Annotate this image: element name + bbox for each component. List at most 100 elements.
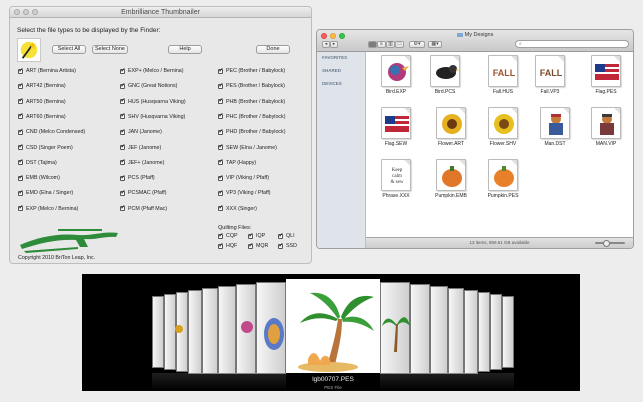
- checkbox-checked[interactable]: [120, 158, 126, 166]
- coverflow-view-button[interactable]: ▭: [395, 41, 404, 48]
- quilting-checkbox[interactable]: IQP: [248, 232, 265, 239]
- file-icon[interactable]: FALL Fall.HUS: [483, 55, 523, 95]
- checkbox-checked[interactable]: [18, 82, 24, 89]
- quilting-checkbox[interactable]: CQP: [218, 232, 237, 239]
- help-button[interactable]: Help: [168, 45, 202, 54]
- filetype-checkbox[interactable]: JEF+ (Janome): [120, 158, 164, 166]
- file-icon[interactable]: Man.DST: [535, 107, 575, 147]
- filetype-checkbox[interactable]: CND (Melco Condensed): [18, 128, 85, 135]
- coverflow-cover[interactable]: [202, 288, 218, 374]
- filetype-checkbox[interactable]: TAP (Happy): [218, 158, 256, 166]
- filetype-checkbox[interactable]: PCS (Pfaff): [120, 174, 155, 181]
- checkbox-checked[interactable]: [278, 242, 284, 249]
- filetype-checkbox[interactable]: EMD (Elna / Singer): [18, 189, 73, 196]
- list-view-button[interactable]: ≡: [377, 41, 386, 48]
- checkbox-checked[interactable]: [218, 82, 224, 89]
- checkbox-checked[interactable]: [218, 242, 224, 249]
- coverflow-cover[interactable]: [410, 284, 430, 374]
- column-view-button[interactable]: ▥: [386, 41, 395, 48]
- checkbox-checked[interactable]: [120, 128, 126, 135]
- sidebar-devices[interactable]: DEVICES: [317, 78, 365, 91]
- minimize-button[interactable]: [23, 9, 29, 15]
- filetype-checkbox[interactable]: PHD (Brother / Babylock): [218, 128, 285, 135]
- checkbox-checked[interactable]: [120, 174, 126, 181]
- select-all-button[interactable]: Select All: [52, 45, 86, 54]
- icon-size-slider[interactable]: [595, 240, 625, 247]
- filetype-checkbox[interactable]: EMB (Wilcom): [18, 174, 60, 181]
- checkbox-checked[interactable]: [120, 189, 126, 196]
- file-icon[interactable]: Flag.SEW: [376, 107, 416, 147]
- checkbox-checked[interactable]: [218, 232, 224, 239]
- coverflow-cover[interactable]: [430, 286, 448, 374]
- select-none-button[interactable]: Select None: [92, 45, 128, 54]
- checkbox-checked[interactable]: [18, 112, 24, 120]
- filetype-checkbox[interactable]: HUS (Husqvarna Viking): [120, 97, 186, 105]
- checkbox-checked[interactable]: [120, 97, 126, 105]
- filetype-checkbox[interactable]: JAN (Janome): [120, 128, 162, 135]
- filetype-checkbox[interactable]: JEF (Janome): [120, 143, 161, 151]
- filetype-checkbox[interactable]: VP3 (Viking / Pfaff): [218, 189, 271, 196]
- checkbox-checked[interactable]: [120, 112, 126, 120]
- checkbox-checked[interactable]: [120, 143, 126, 150]
- checkbox-checked[interactable]: [18, 97, 24, 105]
- close-button[interactable]: [14, 9, 20, 15]
- filetype-checkbox[interactable]: PCSMAC (Pfaff): [120, 189, 166, 196]
- checkbox-checked[interactable]: [120, 67, 126, 74]
- file-icon[interactable]: Flower.SHV: [483, 107, 523, 147]
- icon-view-button[interactable]: [368, 41, 377, 48]
- checkbox-checked[interactable]: [18, 67, 24, 74]
- filetype-checkbox[interactable]: ART50 (Bernina): [18, 97, 66, 105]
- file-icon[interactable]: FALL Fall.VP3: [530, 55, 570, 95]
- file-icon[interactable]: Bird.EXP: [376, 55, 416, 95]
- checkbox-checked[interactable]: [218, 174, 224, 181]
- forward-button[interactable]: ▸: [330, 41, 338, 48]
- filetype-checkbox[interactable]: CSD (Singer Poem): [18, 143, 73, 151]
- filetype-checkbox[interactable]: PCM (Pfaff Mac): [120, 204, 167, 212]
- coverflow-cover[interactable]: [464, 290, 478, 374]
- coverflow-cover[interactable]: [152, 296, 164, 368]
- filetype-checkbox[interactable]: EXP+ (Melco / Bernina): [120, 67, 184, 74]
- back-button[interactable]: ◂: [322, 41, 330, 48]
- checkbox-checked[interactable]: [218, 97, 224, 105]
- file-icon[interactable]: MAN.VIP: [586, 107, 626, 147]
- arrange-button[interactable]: ▦▾: [428, 41, 442, 48]
- action-button[interactable]: ⚙▾: [409, 41, 425, 48]
- done-button[interactable]: Done: [256, 45, 290, 54]
- coverflow-cover[interactable]: [448, 288, 464, 374]
- filetype-checkbox[interactable]: PEC (Brother / Babylock): [218, 67, 285, 74]
- checkbox-checked[interactable]: [18, 143, 24, 150]
- quilting-checkbox[interactable]: MQR: [248, 242, 268, 249]
- checkbox-checked[interactable]: [278, 232, 284, 239]
- filetype-checkbox[interactable]: ART60 (Bernina): [18, 112, 66, 120]
- filetype-checkbox[interactable]: ART (Bernina Artista): [18, 67, 76, 74]
- checkbox-checked[interactable]: [18, 158, 24, 166]
- checkbox-checked[interactable]: [120, 204, 126, 212]
- checkbox-checked[interactable]: [248, 242, 254, 249]
- filetype-checkbox[interactable]: SHV (Husqvarna Viking): [120, 112, 185, 120]
- quilting-checkbox[interactable]: HQF: [218, 242, 237, 249]
- checkbox-checked[interactable]: [218, 158, 224, 166]
- filetype-checkbox[interactable]: GNC (Great Notions): [120, 82, 177, 89]
- checkbox-checked[interactable]: [18, 174, 24, 181]
- coverflow-cover[interactable]: [218, 286, 236, 374]
- checkbox-checked[interactable]: [18, 189, 24, 196]
- file-icon[interactable]: Flower.ART: [431, 107, 471, 147]
- file-icon[interactable]: Pumpkin.PES: [483, 159, 523, 199]
- zoom-button[interactable]: [32, 9, 38, 15]
- sidebar-favorites[interactable]: FAVORITES: [317, 52, 365, 65]
- file-icon[interactable]: Bird.PCS: [425, 55, 465, 95]
- coverflow-cover[interactable]: [502, 296, 514, 368]
- checkbox-checked[interactable]: [218, 143, 224, 150]
- checkbox-checked[interactable]: [218, 67, 224, 74]
- coverflow-cover[interactable]: [490, 294, 502, 370]
- coverflow-cover[interactable]: [188, 290, 202, 374]
- sidebar-shared[interactable]: SHARED: [317, 65, 365, 78]
- checkbox-checked[interactable]: [18, 128, 24, 135]
- checkbox-checked[interactable]: [218, 128, 224, 135]
- checkbox-checked[interactable]: [218, 204, 224, 212]
- checkbox-checked[interactable]: [218, 189, 224, 196]
- checkbox-checked[interactable]: [248, 232, 254, 239]
- filetype-checkbox[interactable]: EXP (Melco / Bernina): [18, 204, 78, 212]
- search-input[interactable]: ⌕: [515, 40, 629, 48]
- checkbox-checked[interactable]: [218, 112, 224, 120]
